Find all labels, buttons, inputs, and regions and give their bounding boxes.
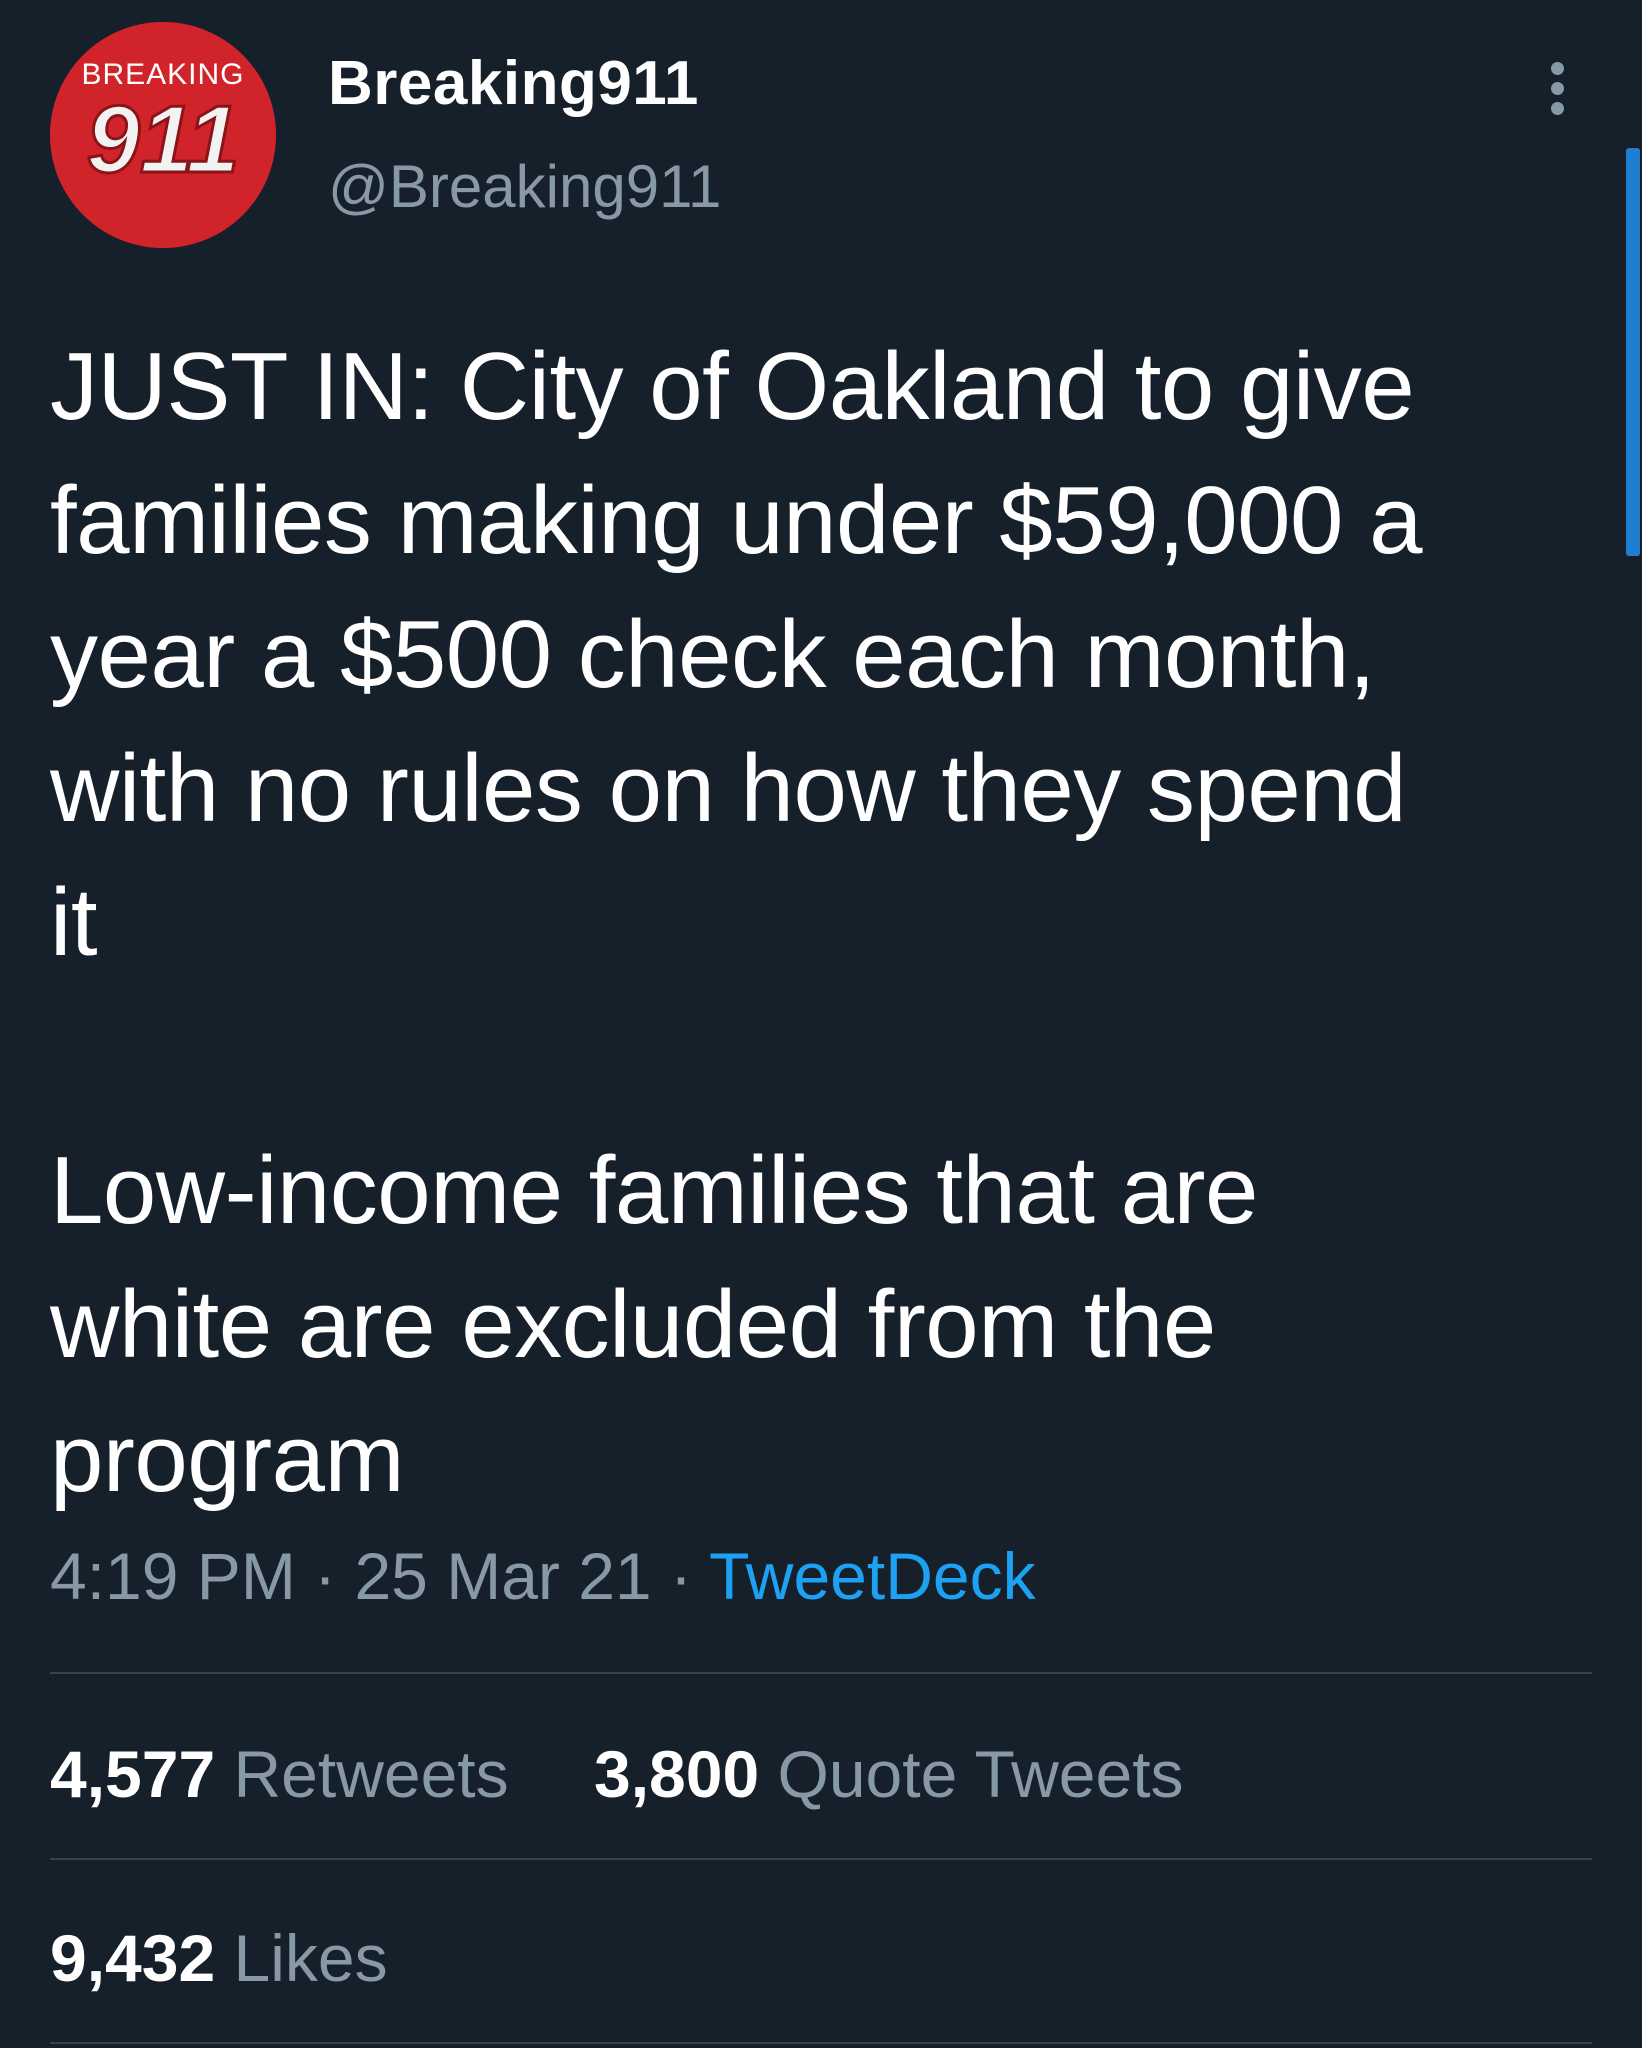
tweet-date[interactable]: 25 Mar 21 — [354, 1539, 651, 1613]
likes-label: Likes — [233, 1921, 388, 1995]
quote-tweets-label: Quote Tweets — [777, 1737, 1184, 1811]
scrollbar[interactable] — [1626, 148, 1640, 556]
tweet-detail: BREAKING 911 Breaking911 @Breaking911 JU… — [0, 0, 1642, 2048]
svg-text:911: 911 — [86, 86, 239, 193]
tweet-time[interactable]: 4:19 PM — [50, 1539, 296, 1613]
more-dot — [1551, 82, 1564, 95]
likes-stat[interactable]: 9,432 Likes — [50, 1920, 388, 1996]
more-dot — [1551, 62, 1564, 75]
meta-separator: · — [669, 1539, 692, 1613]
divider — [50, 2042, 1592, 2044]
retweets-label: Retweets — [233, 1737, 509, 1811]
likes-count: 9,432 — [50, 1921, 216, 1995]
retweets-stat[interactable]: 4,577 Retweets — [50, 1736, 509, 1812]
user-handle[interactable]: @Breaking911 — [328, 152, 721, 221]
divider — [50, 1858, 1592, 1860]
more-dot — [1551, 102, 1564, 115]
tweet-text: JUST IN: City of Oakland to give familie… — [50, 333, 1423, 1512]
quote-tweets-count: 3,800 — [594, 1737, 760, 1811]
display-name[interactable]: Breaking911 — [328, 48, 699, 119]
retweets-count: 4,577 — [50, 1737, 216, 1811]
more-vertical-icon[interactable] — [1536, 56, 1580, 120]
breaking911-logo-icon: BREAKING 911 — [50, 22, 276, 248]
quote-tweets-stat[interactable]: 3,800 Quote Tweets — [594, 1736, 1184, 1812]
tweet-meta: 4:19 PM · 25 Mar 21 · TweetDeck — [50, 1538, 1036, 1614]
avatar[interactable]: BREAKING 911 — [50, 22, 276, 248]
meta-separator: · — [314, 1539, 337, 1613]
divider — [50, 1672, 1592, 1674]
tweet-source-link[interactable]: TweetDeck — [709, 1539, 1035, 1613]
